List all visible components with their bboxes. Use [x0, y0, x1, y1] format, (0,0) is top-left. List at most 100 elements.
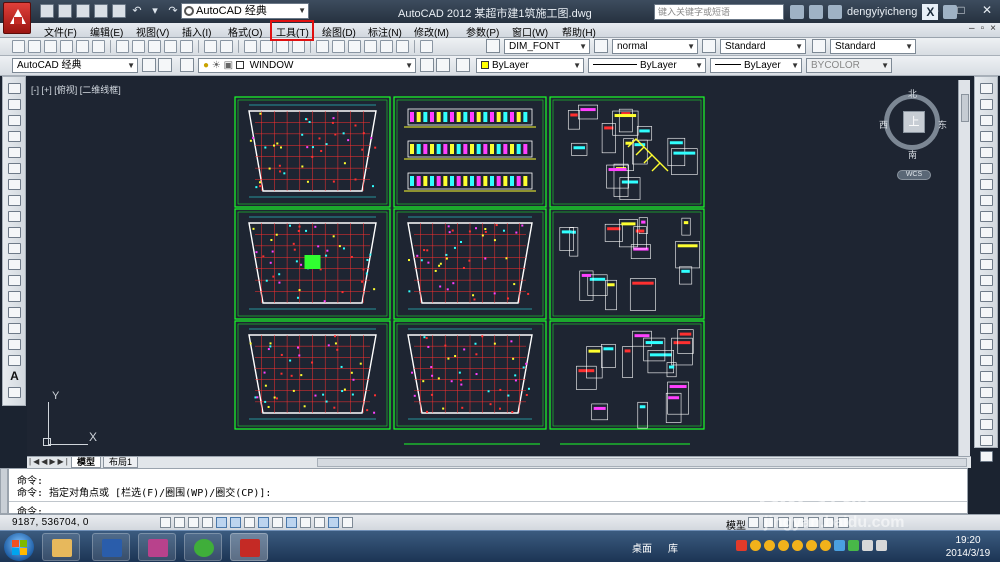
break-icon[interactable]: [980, 275, 993, 286]
username[interactable]: dengyiyicheng: [847, 6, 917, 18]
compass-south[interactable]: 南: [908, 148, 917, 161]
zoom-previous-icon[interactable]: [292, 40, 305, 53]
table-icon[interactable]: [8, 355, 21, 366]
open-icon[interactable]: [28, 40, 41, 53]
mleader-style-icon[interactable]: [812, 39, 826, 53]
extend-icon[interactable]: [980, 243, 993, 254]
menu-modify[interactable]: 修改(M): [414, 24, 449, 39]
copy-icon[interactable]: [132, 40, 145, 53]
stretch-icon[interactable]: [980, 211, 993, 222]
tray-app-icon[interactable]: [736, 540, 747, 551]
open-file-icon[interactable]: [58, 4, 72, 18]
compass-west[interactable]: 西: [879, 118, 888, 131]
sheet-set-icon[interactable]: [364, 40, 377, 53]
compass-north[interactable]: 北: [908, 87, 917, 100]
redo-icon[interactable]: ↷: [166, 4, 180, 18]
save-icon[interactable]: [76, 4, 90, 18]
lineweight-icon[interactable]: [300, 517, 311, 528]
design-center-icon[interactable]: [332, 40, 345, 53]
linetype-select[interactable]: ByLayer ▼: [588, 58, 706, 73]
menu-window[interactable]: 窗口(W): [512, 24, 548, 39]
quick-view-layouts-icon[interactable]: [748, 517, 759, 528]
tool-palettes-icon[interactable]: [348, 40, 361, 53]
dim-continue-icon[interactable]: [980, 451, 993, 462]
transparency-icon[interactable]: [314, 517, 325, 528]
desktop-toolbar[interactable]: 桌面: [632, 540, 652, 555]
block-editor-icon[interactable]: [180, 40, 193, 53]
move-icon[interactable]: [980, 163, 993, 174]
selection-cycling-icon[interactable]: [342, 517, 353, 528]
menu-format[interactable]: 格式(O): [228, 24, 262, 39]
tray-app-icon[interactable]: [848, 540, 859, 551]
table-style-icon[interactable]: [702, 39, 716, 53]
chamfer-icon[interactable]: [980, 307, 993, 318]
ellipse-icon[interactable]: [8, 227, 21, 238]
3d-object-snap-icon[interactable]: [244, 517, 255, 528]
compass-east[interactable]: 东: [938, 118, 947, 131]
application-menu-button[interactable]: [3, 2, 31, 34]
undo-icon[interactable]: [204, 40, 217, 53]
qq-icon[interactable]: [778, 540, 789, 551]
preview-icon[interactable]: [76, 40, 89, 53]
minimize-button[interactable]: –: [922, 0, 948, 20]
workspace-switcher[interactable]: AutoCAD 经典 ▼: [181, 3, 309, 19]
workspace-switching-icon[interactable]: [808, 517, 819, 528]
tab-layout1[interactable]: 布局1: [103, 457, 139, 468]
mirror-icon[interactable]: [980, 115, 993, 126]
color-select[interactable]: ByLayer ▼: [476, 58, 584, 73]
publish-icon[interactable]: [92, 40, 105, 53]
break-at-point-icon[interactable]: [980, 259, 993, 270]
annotation-scale-icon[interactable]: [778, 517, 789, 528]
menu-insert[interactable]: 插入(I): [182, 24, 211, 39]
qnew-icon[interactable]: [12, 40, 25, 53]
qq-icon[interactable]: [820, 540, 831, 551]
join-icon[interactable]: [980, 291, 993, 302]
taskbar-word[interactable]: [92, 533, 130, 561]
line-icon[interactable]: [8, 83, 21, 94]
user-icon[interactable]: [828, 5, 842, 19]
spline-icon[interactable]: [8, 211, 21, 222]
print-icon[interactable]: [112, 4, 126, 18]
subscription-icon[interactable]: [809, 5, 823, 19]
menu-help[interactable]: 帮助(H): [562, 24, 596, 39]
arc-icon[interactable]: [8, 163, 21, 174]
polyline-icon[interactable]: [8, 115, 21, 126]
blend-icon[interactable]: [980, 339, 993, 350]
region-icon[interactable]: [8, 339, 21, 350]
menu-view[interactable]: 视图(V): [136, 24, 169, 39]
start-button[interactable]: [4, 533, 34, 561]
clean-screen-icon[interactable]: [838, 517, 849, 528]
layer-select[interactable]: ● ☀ ▣ WINDOW ▼: [198, 58, 416, 73]
menu-file[interactable]: 文件(F): [44, 24, 77, 39]
taskbar-autocad[interactable]: [230, 533, 268, 561]
trim-icon[interactable]: [980, 227, 993, 238]
customize-icon[interactable]: [158, 58, 172, 72]
table-style-select[interactable]: Standard ▼: [720, 39, 806, 54]
ortho-mode-icon[interactable]: [202, 517, 213, 528]
save-icon[interactable]: [44, 40, 57, 53]
layer-manager-icon[interactable]: [180, 58, 194, 72]
quick-properties-icon[interactable]: [328, 517, 339, 528]
tab-model[interactable]: 模型: [71, 457, 102, 468]
view-cube[interactable]: 上 北 南 东 西: [879, 87, 947, 160]
gradient-icon[interactable]: [8, 323, 21, 334]
doc-minimize-button[interactable]: –: [969, 23, 975, 34]
network-icon[interactable]: [862, 540, 873, 551]
lock-icon[interactable]: [823, 517, 834, 528]
doc-restore-button[interactable]: ▫: [981, 23, 985, 34]
hatch-icon[interactable]: [8, 307, 21, 318]
erase-icon[interactable]: [980, 83, 993, 94]
rectangle-icon[interactable]: [8, 147, 21, 158]
object-snap-icon[interactable]: [230, 517, 241, 528]
search-icon[interactable]: [790, 5, 804, 19]
qq-icon[interactable]: [764, 540, 775, 551]
point-icon[interactable]: [8, 291, 21, 302]
polar-tracking-icon[interactable]: [216, 517, 227, 528]
offset-icon[interactable]: [980, 131, 993, 142]
properties-icon[interactable]: [316, 40, 329, 53]
dim-baseline-icon[interactable]: [980, 435, 993, 446]
quickcalc-icon[interactable]: [396, 40, 409, 53]
explode-icon[interactable]: [980, 355, 993, 366]
mtext-icon[interactable]: A: [8, 370, 21, 382]
dim-style-icon[interactable]: [594, 39, 608, 53]
